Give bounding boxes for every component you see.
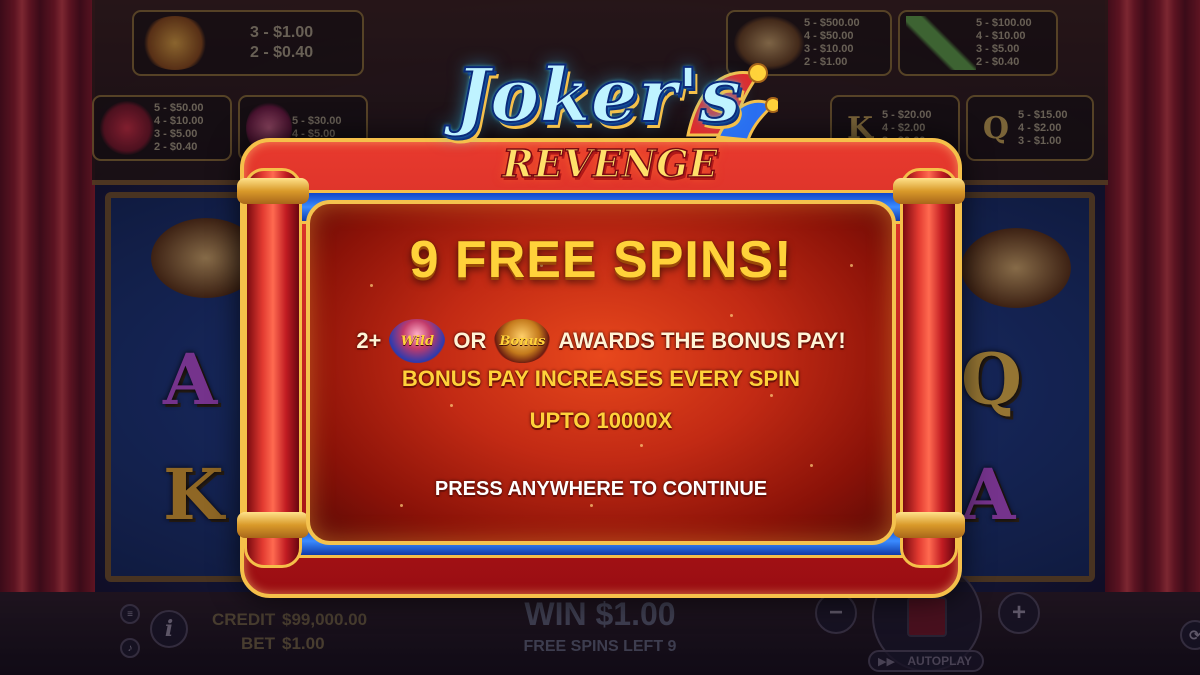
press-to-continue[interactable]: PRESS ANYWHERE TO CONTINUE	[240, 478, 962, 501]
free-spins-popup[interactable]: 9 FREE SPINS! 2+ Wild OR Bonus AWARDS TH…	[237, 138, 965, 598]
bonus-pay-increase-text: BONUS PAY INCREASES EVERY SPIN	[401, 366, 801, 391]
post-cap	[237, 178, 309, 204]
popup-title: 9 FREE SPINS!	[409, 231, 793, 289]
logo-title: Joker's	[454, 52, 742, 140]
trigger-count: 2+	[356, 328, 382, 353]
post-cap	[893, 512, 965, 538]
bonus-icon: Bonus	[494, 319, 551, 363]
logo-subtitle: REVENGE	[502, 140, 719, 187]
post-cap	[893, 178, 965, 204]
max-multiplier-text: UPTO 10000X	[529, 408, 673, 433]
wild-icon: Wild	[389, 319, 446, 363]
awards-text: AWARDS THE BONUS PAY!	[558, 328, 846, 353]
or-text: OR	[453, 328, 487, 353]
game-screen[interactable]: 3 - $1.00 2 - $0.40 5 - $500.00 4 - $50.…	[0, 0, 1200, 675]
game-logo: Joker's REVENGE	[428, 45, 788, 205]
post-cap	[237, 512, 309, 538]
bonus-pay-trigger-line: 2+ Wild OR Bonus AWARDS THE BONUS PAY!	[240, 319, 962, 363]
